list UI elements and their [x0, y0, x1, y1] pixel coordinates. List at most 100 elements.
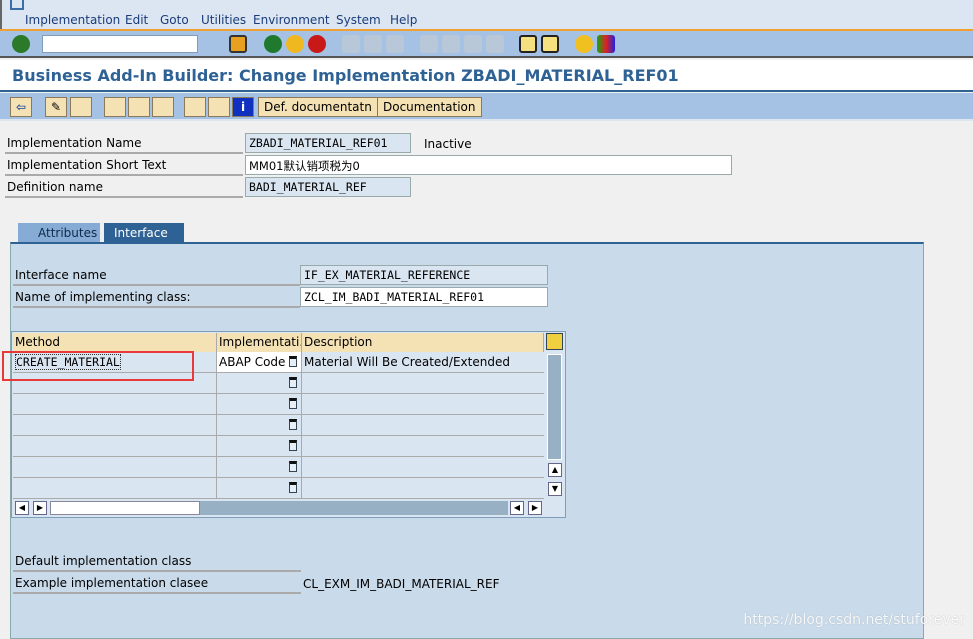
info-button[interactable]: i — [232, 97, 254, 117]
exit-icon[interactable] — [286, 35, 304, 53]
title-bar: Business Add-In Builder: Change Implemen… — [0, 60, 973, 92]
implementation-cell[interactable] — [217, 457, 302, 477]
vertical-scrollbar[interactable] — [547, 354, 562, 460]
save-icon[interactable] — [229, 35, 247, 53]
dropdown-icon[interactable] — [289, 377, 297, 388]
scroll-left-end-button[interactable]: ◀ — [510, 501, 524, 515]
dropdown-icon[interactable] — [289, 440, 297, 451]
layout-menu-icon[interactable] — [597, 35, 615, 53]
implementation-cell[interactable] — [217, 373, 302, 393]
scroll-left-button[interactable]: ◀ — [15, 501, 29, 515]
enter-icon[interactable] — [12, 35, 30, 53]
next-page-icon[interactable] — [464, 35, 482, 53]
tab-attributes[interactable]: Attributes — [18, 223, 100, 243]
menu-utilities[interactable]: Utilities — [201, 13, 246, 27]
short-text-input[interactable]: MM01默认销项税为0 — [245, 155, 732, 175]
impl-class-label: Name of implementing class: — [13, 287, 300, 308]
def-documentation-button[interactable]: Def. documentatn — [258, 97, 378, 117]
default-class-label: Default implementation class — [13, 551, 301, 572]
dropdown-icon[interactable] — [289, 398, 297, 409]
status-text: Inactive — [424, 137, 472, 151]
description-cell — [302, 394, 544, 414]
example-class-label: Example implementation clasee — [13, 573, 301, 594]
interface-name-field[interactable]: IF_EX_MATERIAL_REFERENCE — [300, 265, 548, 285]
interface-name-label: Interface name — [13, 265, 300, 286]
table-row — [13, 415, 544, 436]
method-cell[interactable] — [13, 394, 217, 414]
cancel-icon[interactable] — [308, 35, 326, 53]
back-arrow-button[interactable]: ⇦ — [10, 97, 32, 117]
find-icon[interactable] — [364, 35, 382, 53]
previous-page-icon[interactable] — [442, 35, 460, 53]
command-field[interactable] — [42, 35, 198, 53]
dropdown-icon[interactable] — [289, 461, 297, 472]
definition-name-field[interactable]: BADI_MATERIAL_REF — [245, 177, 411, 197]
last-page-icon[interactable] — [486, 35, 504, 53]
example-class-value: CL_EXM_IM_BADI_MATERIAL_REF — [303, 577, 500, 591]
scroll-up-button[interactable]: ▲ — [548, 463, 562, 477]
column-header-method[interactable]: Method — [13, 333, 217, 352]
menu-bar: Implementation Edit Goto Utilities Envir… — [0, 0, 973, 30]
implementation-cell[interactable] — [217, 415, 302, 435]
menu-edit[interactable]: Edit — [125, 13, 148, 27]
new-session-icon[interactable] — [519, 35, 537, 53]
documentation-button[interactable]: Documentation — [377, 97, 482, 117]
impl-class-input[interactable]: ZCL_IM_BADI_MATERIAL_REF01 — [300, 287, 548, 307]
menu-implementation[interactable]: Implementation — [25, 13, 120, 27]
dropdown-icon[interactable] — [289, 356, 297, 367]
method-cell[interactable] — [13, 457, 217, 477]
print-icon[interactable] — [342, 35, 360, 53]
description-cell — [302, 457, 544, 477]
check-button[interactable] — [104, 97, 126, 117]
implementation-cell[interactable] — [217, 436, 302, 456]
menu-system[interactable]: System — [336, 13, 381, 27]
description-cell — [302, 478, 544, 498]
implementation-value: ABAP Code — [219, 355, 286, 369]
table-row — [13, 457, 544, 478]
shortcut-icon[interactable] — [541, 35, 559, 53]
dropdown-icon[interactable] — [289, 419, 297, 430]
first-page-icon[interactable] — [420, 35, 438, 53]
help-icon[interactable] — [575, 35, 593, 53]
method-cell[interactable] — [13, 478, 217, 498]
menu-help[interactable]: Help — [390, 13, 417, 27]
column-header-description[interactable]: Description — [302, 333, 544, 352]
column-settings-icon[interactable] — [546, 333, 563, 350]
display-change-button[interactable]: ✎ — [45, 97, 67, 117]
page-title: Business Add-In Builder: Change Implemen… — [12, 66, 679, 85]
scroll-thumb[interactable] — [50, 501, 200, 515]
description-cell — [302, 436, 544, 456]
hierarchy-button[interactable] — [184, 97, 206, 117]
method-cell[interactable] — [13, 436, 217, 456]
table-row — [13, 478, 544, 499]
dropdown-icon[interactable] — [289, 482, 297, 493]
scroll-down-button[interactable]: ▼ — [548, 482, 562, 496]
implementation-cell[interactable] — [217, 394, 302, 414]
back-icon[interactable] — [264, 35, 282, 53]
implementation-cell[interactable] — [217, 478, 302, 498]
find-next-icon[interactable] — [386, 35, 404, 53]
sap-menu-icon[interactable] — [10, 0, 24, 10]
menu-environment[interactable]: Environment — [253, 13, 330, 27]
method-cell[interactable] — [13, 415, 217, 435]
watermark: https://blog.csdn.net/stuforever — [743, 612, 965, 628]
activate-button[interactable] — [128, 97, 150, 117]
scroll-right-end-button[interactable]: ▶ — [528, 501, 542, 515]
stack-button[interactable] — [208, 97, 230, 117]
arrow-left-icon: ⇦ — [16, 100, 27, 114]
description-cell — [302, 415, 544, 435]
pencil-icon: ✎ — [51, 100, 62, 114]
tab-interface[interactable]: Interface — [104, 223, 184, 243]
other-object-button[interactable] — [70, 97, 92, 117]
deactivate-button[interactable] — [152, 97, 174, 117]
short-text-label: Implementation Short Text — [5, 155, 243, 176]
menu-goto[interactable]: Goto — [160, 13, 189, 27]
implementation-cell[interactable]: ABAP Code — [217, 352, 302, 372]
impl-name-field[interactable]: ZBADI_MATERIAL_REF01 — [245, 133, 411, 153]
table-row — [13, 394, 544, 415]
horizontal-scrollbar[interactable] — [50, 501, 508, 515]
column-header-implementation[interactable]: Implementati... — [217, 333, 302, 352]
scroll-right-button[interactable]: ▶ — [33, 501, 47, 515]
table-row — [13, 436, 544, 457]
description-cell — [302, 373, 544, 393]
